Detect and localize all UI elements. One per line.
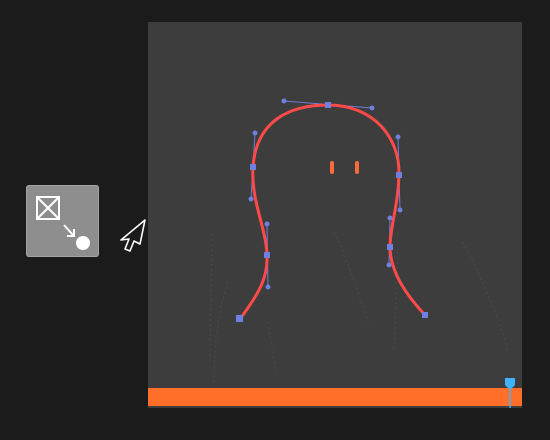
drawing-canvas[interactable] [148,22,522,408]
frame-to-point-tool-button[interactable] [26,185,99,257]
canvas-drawing [209,98,509,383]
pointer-cursor-icon [120,219,146,252]
frame-to-point-icon [36,196,90,250]
bezier-handles [250,100,401,288]
background-sketch [209,231,509,383]
right-eye-shape[interactable] [355,161,359,174]
timeline-bar[interactable] [148,388,522,406]
playhead-marker-icon[interactable] [503,377,517,409]
handle-points[interactable] [248,98,403,290]
left-eye-shape[interactable] [330,161,334,174]
